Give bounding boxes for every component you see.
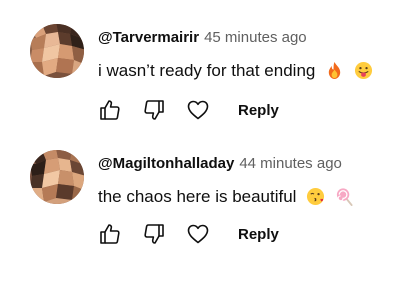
comment-actions: Reply xyxy=(96,96,396,124)
reply-button[interactable]: Reply xyxy=(238,102,279,119)
like-button[interactable] xyxy=(96,220,124,248)
avatar[interactable] xyxy=(28,22,86,80)
like-button[interactable] xyxy=(96,96,124,124)
avatar[interactable] xyxy=(28,148,86,206)
lollipop-emoji xyxy=(335,187,354,213)
dislike-button[interactable] xyxy=(140,96,168,124)
reply-button[interactable]: Reply xyxy=(238,226,279,243)
dislike-icon xyxy=(144,100,164,120)
like-icon xyxy=(100,100,120,120)
like-icon xyxy=(100,224,120,244)
comment-text-body: the chaos here is beautiful xyxy=(98,187,297,206)
comment-text: the chaos here is beautiful xyxy=(98,185,405,213)
comment-text-body: i wasn’t ready for that ending xyxy=(98,61,316,80)
tongue-out-face-emoji xyxy=(354,61,373,87)
face-blowing-kiss-emoji xyxy=(306,187,325,213)
author-name[interactable]: @Tarvermairir xyxy=(98,29,199,46)
heart-button[interactable] xyxy=(184,96,212,124)
dislike-icon xyxy=(144,224,164,244)
heart-button[interactable] xyxy=(184,220,212,248)
comment-text: i wasn’t ready for that ending xyxy=(98,59,405,87)
heart-icon xyxy=(187,100,209,120)
timestamp[interactable]: 45 minutes ago xyxy=(204,29,307,46)
comment-meta: @Tarvermairir 45 minutes ago xyxy=(98,26,405,50)
author-name[interactable]: @Magiltonhalladay xyxy=(98,155,234,172)
dislike-button[interactable] xyxy=(140,220,168,248)
comment-actions: Reply xyxy=(96,220,396,248)
timestamp[interactable]: 44 minutes ago xyxy=(239,155,342,172)
comment-meta: @Magiltonhalladay 44 minutes ago xyxy=(98,152,405,176)
fire-emoji xyxy=(325,61,344,87)
heart-icon xyxy=(187,224,209,244)
